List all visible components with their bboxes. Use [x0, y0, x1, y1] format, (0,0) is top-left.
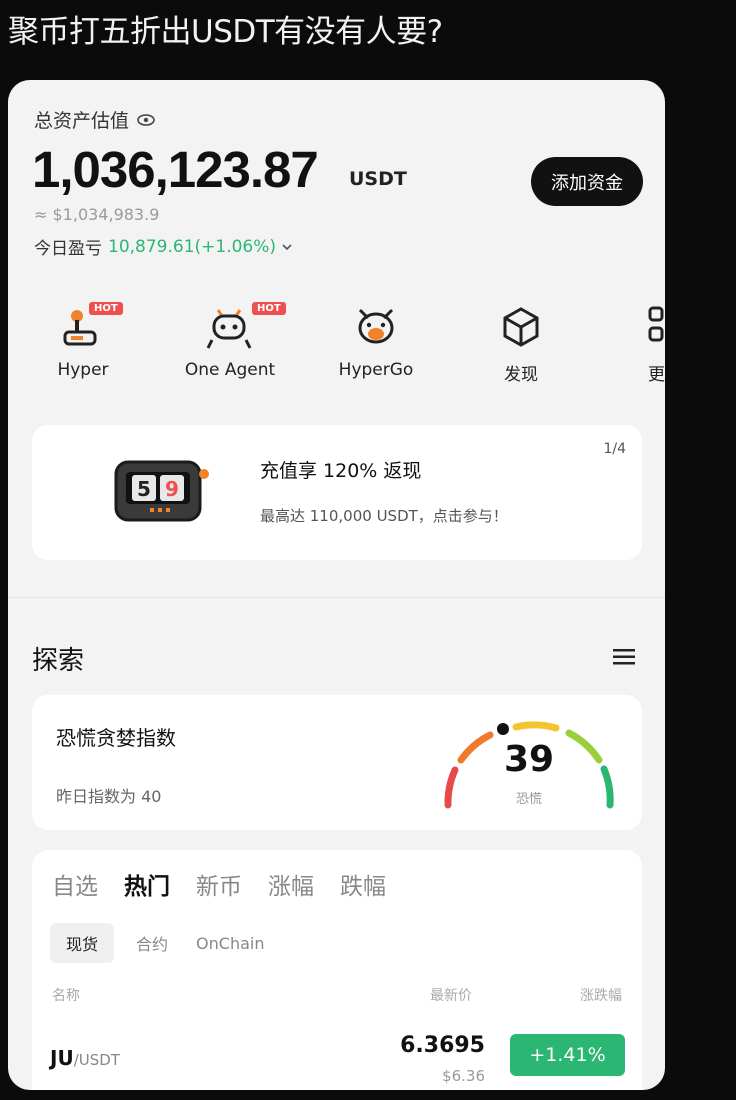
last-price: 6.3695	[400, 1033, 485, 1058]
banner-page-indicator: 1/4	[603, 441, 626, 457]
fear-greed-title: 恐慌贪婪指数	[56, 726, 176, 750]
shortcut-label: 更	[648, 365, 665, 385]
hot-badge: HOT	[252, 302, 286, 315]
slot-machine-icon: 5 9	[114, 460, 209, 522]
shortcut-one-agent[interactable]: HOT One Agent	[170, 300, 290, 380]
add-funds-button[interactable]: 添加资金	[531, 157, 643, 206]
usd-estimate: ≈ $1,034,983.9	[34, 205, 160, 224]
market-tabs: 自选 热门 新币 涨幅 跌幅	[52, 867, 386, 901]
change-badge[interactable]: +1.41%	[510, 1034, 625, 1076]
cube-icon	[503, 307, 539, 347]
shortcut-label: HyperGo	[338, 360, 414, 380]
eye-icon[interactable]	[137, 113, 155, 126]
app-screen: 总资产估值 1,036,123.87 USDT ≈ $1,034,983.9 今…	[8, 80, 665, 1090]
pair-base: JU	[50, 1046, 74, 1070]
column-name: 名称	[52, 988, 80, 1004]
balance-unit: USDT	[349, 168, 407, 190]
shortcut-label: Hyper	[57, 360, 109, 380]
shortcut-discover[interactable]: 发现	[461, 300, 581, 385]
column-change: 涨跌幅	[580, 988, 622, 1004]
assets-header: 总资产估值	[34, 106, 155, 133]
slot-digit: 5	[137, 477, 151, 501]
promo-banner[interactable]: 5 9 充值享 120% 返现 最高达 110,000 USDT，点击参与！ 1…	[32, 425, 642, 560]
pnl-value: 10,879.61(+1.06%)	[108, 236, 277, 257]
shortcut-hyper[interactable]: HOT Hyper	[23, 300, 143, 380]
hot-badge: HOT	[89, 302, 123, 315]
subtab-futures[interactable]: 合约	[130, 923, 174, 963]
assets-label: 总资产估值	[34, 110, 130, 132]
shortcut-row: HOT Hyper HOT One Agent HyperGo 发现 更	[8, 300, 665, 390]
pair-name: JU/USDT	[50, 1046, 120, 1070]
total-balance: 1,036,123.87	[32, 141, 319, 198]
menu-icon[interactable]	[613, 648, 635, 666]
pair-quote: /USDT	[73, 1051, 120, 1069]
tab-gainers[interactable]: 涨幅	[268, 867, 314, 901]
slot-digit: 9	[165, 477, 179, 501]
subtab-spot[interactable]: 现货	[50, 923, 115, 963]
shiba-icon	[358, 308, 394, 344]
shortcut-label: One Agent	[184, 360, 276, 380]
shortcut-more[interactable]: 更	[598, 300, 665, 385]
shortcut-label: 发现	[504, 365, 538, 385]
chevron-down-icon[interactable]	[282, 243, 292, 251]
gauge-pointer	[495, 721, 511, 737]
fear-greed-yesterday: 昨日指数为 40	[56, 787, 162, 806]
shortcut-hypergo[interactable]: HyperGo	[316, 300, 436, 380]
banner-title: 充值享 120% 返现	[260, 460, 422, 482]
markets-panel: 自选 热门 新币 涨幅 跌幅 现货 合约 OnChain 名称 最新价 涨跌幅 …	[32, 850, 642, 1090]
explore-title: 探索	[32, 646, 85, 676]
grid-icon	[648, 306, 664, 342]
fear-greed-card[interactable]: 恐慌贪婪指数 昨日指数为 40 39 恐慌	[32, 695, 642, 830]
section-divider	[8, 597, 665, 598]
last-price-usd: $6.36	[442, 1067, 485, 1085]
column-price: 最新价	[430, 988, 472, 1004]
banner-subtitle: 最高达 110,000 USDT，点击参与！	[260, 507, 508, 525]
subtab-onchain[interactable]: OnChain	[190, 926, 270, 961]
tab-hot[interactable]: 热门	[124, 867, 170, 901]
post-title: 聚币打五折出USDT有没有人要?	[8, 14, 443, 50]
market-subtabs: 现货 合约 OnChain	[50, 923, 270, 963]
tab-watchlist[interactable]: 自选	[52, 867, 98, 901]
fear-greed-value: 39	[504, 739, 555, 780]
today-pnl[interactable]: 今日盈亏 10,879.61(+1.06%)	[34, 234, 292, 259]
tab-new[interactable]: 新币	[196, 867, 242, 901]
tab-losers[interactable]: 跌幅	[340, 867, 386, 901]
pnl-label: 今日盈亏	[34, 239, 102, 259]
robot-icon	[206, 309, 252, 349]
fear-greed-level: 恐慌	[515, 792, 542, 807]
